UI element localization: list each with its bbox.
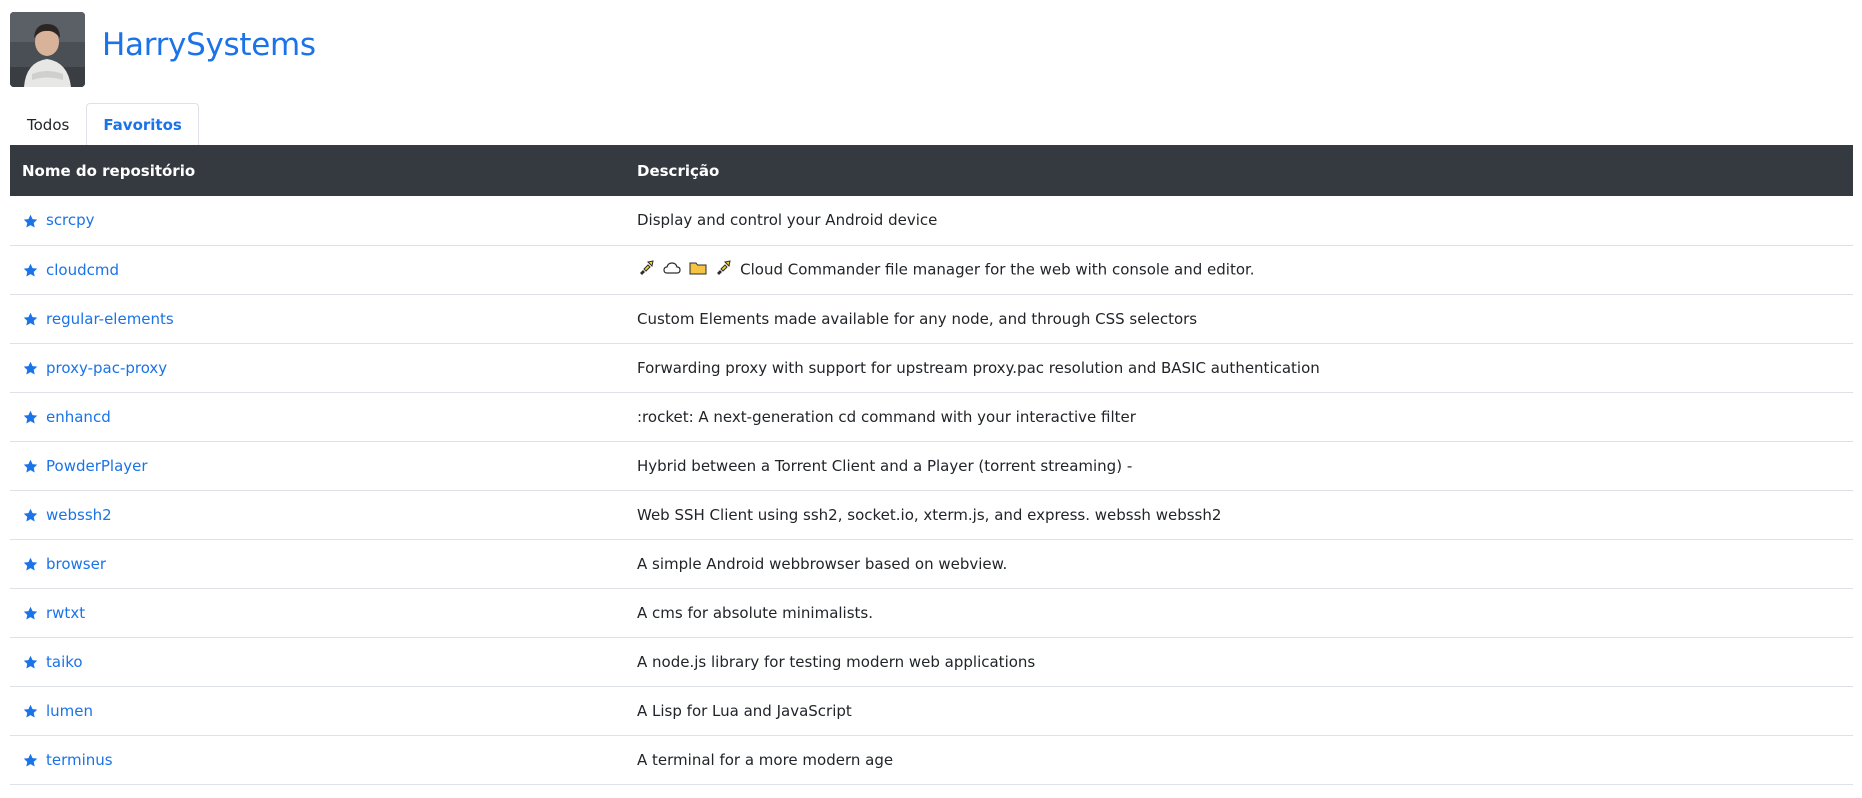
tab-todos[interactable]: Todos xyxy=(10,104,86,145)
table-row: webssh2 Web SSH Client using ssh2, socke… xyxy=(10,490,1853,540)
repo-link[interactable]: webssh2 xyxy=(46,506,112,524)
satellite-icon xyxy=(714,259,732,280)
folder-icon xyxy=(689,260,707,280)
tab-bar: Todos Favoritos xyxy=(10,103,1853,146)
table-row: rwtxt A cms for absolute minimalists. xyxy=(10,588,1853,638)
table-header: Nome do repositório Descrição xyxy=(10,145,1853,196)
repo-name-cell: regular-elements xyxy=(10,294,625,344)
table-body: scrcpy Display and control your Android … xyxy=(10,196,1853,785)
star-icon[interactable] xyxy=(22,311,39,328)
table-row: cloudcmd Cloud Commander file manager fo… xyxy=(10,245,1853,295)
repo-description: A terminal for a more modern age xyxy=(625,735,1853,785)
star-icon[interactable] xyxy=(22,458,39,475)
table-header-row: Nome do repositório Descrição xyxy=(10,145,1853,196)
repo-name-cell: enhancd xyxy=(10,392,625,442)
repo-description: A node.js library for testing modern web… xyxy=(625,637,1853,687)
table-row: enhancd :rocket: A next-generation cd co… xyxy=(10,392,1853,442)
site-title[interactable]: HarrySystems xyxy=(102,30,316,61)
star-icon[interactable] xyxy=(22,556,39,573)
page: HarrySystems Todos Favoritos Nome do rep… xyxy=(0,0,1862,798)
satellite-icon xyxy=(637,259,655,280)
repo-description: Hybrid between a Torrent Client and a Pl… xyxy=(625,441,1853,491)
star-icon[interactable] xyxy=(22,605,39,622)
table-row: proxy-pac-proxy Forwarding proxy with su… xyxy=(10,343,1853,393)
repo-name-cell: webssh2 xyxy=(10,490,625,540)
column-header-name: Nome do repositório xyxy=(22,161,196,180)
table-row: lumen A Lisp for Lua and JavaScript xyxy=(10,686,1853,736)
repo-link[interactable]: browser xyxy=(46,555,106,573)
repo-link[interactable]: cloudcmd xyxy=(46,261,119,279)
star-icon[interactable] xyxy=(22,703,39,720)
star-icon[interactable] xyxy=(22,752,39,769)
repositories-table: Nome do repositório Descrição scrcpy Dis… xyxy=(10,145,1853,785)
table-row: scrcpy Display and control your Android … xyxy=(10,196,1853,246)
repo-link[interactable]: proxy-pac-proxy xyxy=(46,359,167,377)
repo-link[interactable]: terminus xyxy=(46,751,113,769)
repo-name-cell: taiko xyxy=(10,637,625,687)
avatar xyxy=(10,12,85,87)
repo-name-cell: proxy-pac-proxy xyxy=(10,343,625,393)
repo-description-cell: Cloud Commander file manager for the web… xyxy=(625,245,1853,295)
repo-name-cell: PowderPlayer xyxy=(10,441,625,491)
table-row: PowderPlayer Hybrid between a Torrent Cl… xyxy=(10,441,1853,491)
repo-name-cell: cloudcmd xyxy=(10,245,625,295)
tab-favoritos[interactable]: Favoritos xyxy=(86,103,199,146)
repo-link[interactable]: scrcpy xyxy=(46,211,95,229)
column-header-description: Descrição xyxy=(637,161,720,180)
repo-description: Forwarding proxy with support for upstre… xyxy=(625,343,1853,393)
repo-name-cell: lumen xyxy=(10,686,625,736)
repo-name-cell: rwtxt xyxy=(10,588,625,638)
repo-link[interactable]: PowderPlayer xyxy=(46,457,148,475)
repo-link[interactable]: regular-elements xyxy=(46,310,174,328)
repo-name-cell: browser xyxy=(10,539,625,589)
star-icon[interactable] xyxy=(22,409,39,426)
cloud-icon xyxy=(663,260,681,280)
table-row: regular-elements Custom Elements made av… xyxy=(10,294,1853,344)
repo-link[interactable]: enhancd xyxy=(46,408,111,426)
page-header: HarrySystems xyxy=(10,12,316,87)
repo-description: Display and control your Android device xyxy=(625,196,1853,246)
table-row: terminus A terminal for a more modern ag… xyxy=(10,735,1853,785)
repo-link[interactable]: rwtxt xyxy=(46,604,85,622)
star-icon[interactable] xyxy=(22,654,39,671)
table-row: taiko A node.js library for testing mode… xyxy=(10,637,1853,687)
repo-description: A Lisp for Lua and JavaScript xyxy=(625,686,1853,736)
repo-name-cell: terminus xyxy=(10,735,625,785)
star-icon[interactable] xyxy=(22,507,39,524)
star-icon[interactable] xyxy=(22,262,39,279)
repo-name-cell: scrcpy xyxy=(10,196,625,246)
repo-description: A simple Android webbrowser based on web… xyxy=(625,539,1853,589)
star-icon[interactable] xyxy=(22,360,39,377)
repo-description: Custom Elements made available for any n… xyxy=(625,294,1853,344)
repo-description: A cms for absolute minimalists. xyxy=(625,588,1853,638)
repo-link[interactable]: lumen xyxy=(46,702,93,720)
repo-link[interactable]: taiko xyxy=(46,653,83,671)
repo-description: Cloud Commander file manager for the web… xyxy=(740,260,1255,278)
repo-description: :rocket: A next-generation cd command wi… xyxy=(625,392,1853,442)
table-row: browser A simple Android webbrowser base… xyxy=(10,539,1853,589)
repo-description: Web SSH Client using ssh2, socket.io, xt… xyxy=(625,490,1853,540)
table: Nome do repositório Descrição scrcpy Dis… xyxy=(10,145,1853,785)
star-icon[interactable] xyxy=(22,213,39,230)
